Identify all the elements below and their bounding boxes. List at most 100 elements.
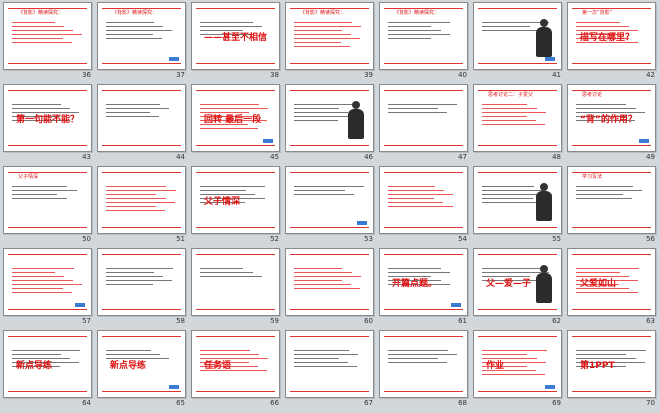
slide-preview[interactable]: 第一次“背影” 描写在哪里？: [567, 2, 656, 70]
slide-number: 63: [646, 317, 655, 325]
slide-thumbnail-49[interactable]: 思考讨论 “背”的作用？ 49: [564, 83, 658, 165]
slide-preview[interactable]: 学习写法: [567, 166, 656, 234]
slide-preview[interactable]: 思考讨论二：子爱父: [473, 84, 562, 152]
slide-body-text: [106, 265, 177, 288]
slide-preview[interactable]: [285, 248, 374, 316]
slide-thumbnail-55[interactable]: 55: [470, 165, 564, 247]
slide-bottom-rule: [572, 145, 651, 146]
slide-preview[interactable]: [473, 2, 562, 70]
slide-preview[interactable]: [473, 166, 562, 234]
slide-thumbnail-68[interactable]: 68: [376, 329, 470, 411]
slide-body-text: [12, 265, 83, 296]
slide-thumbnail-52[interactable]: 父子情深 52: [188, 165, 282, 247]
slide-thumbnail-36[interactable]: 《背影》精读探究： 36: [0, 1, 94, 83]
slide-sorter-grid: 《背影》精读探究： 36 《背影》精读探究： 37 ——甚至不相信 38 《背影》精读探究：…: [0, 0, 660, 413]
slide-preview[interactable]: 父爱如山: [567, 248, 656, 316]
slide-body-text: [12, 183, 83, 202]
slide-bottom-rule: [384, 227, 463, 228]
slide-bottom-rule: [572, 63, 651, 64]
slide-preview[interactable]: 作业: [473, 330, 562, 398]
slide-preview[interactable]: [379, 166, 468, 234]
slide-thumbnail-63[interactable]: 父爱如山 63: [564, 247, 658, 329]
slide-number: 40: [458, 71, 467, 79]
slide-thumbnail-54[interactable]: 54: [376, 165, 470, 247]
slide-preview[interactable]: [379, 84, 468, 152]
slide-preview[interactable]: 新点导练: [3, 330, 92, 398]
slide-preview[interactable]: 第一句能不能？: [3, 84, 92, 152]
slide-preview[interactable]: 《背影》精读探究：: [3, 2, 92, 70]
slide-number: 69: [552, 399, 561, 407]
slide-preview[interactable]: 《背影》精读探究：: [285, 2, 374, 70]
slide-thumbnail-60[interactable]: 60: [282, 247, 376, 329]
slide-thumbnail-43[interactable]: 第一句能不能？ 43: [0, 83, 94, 165]
slide-preview[interactable]: 思考讨论 “背”的作用？: [567, 84, 656, 152]
slide-preview[interactable]: 任务语: [191, 330, 280, 398]
slide-thumbnail-70[interactable]: 第1PPT 70: [564, 329, 658, 411]
slide-preview[interactable]: 第1PPT: [567, 330, 656, 398]
slide-number: 66: [270, 399, 279, 407]
slide-preview[interactable]: [3, 248, 92, 316]
slide-preview[interactable]: [379, 330, 468, 398]
slide-preview[interactable]: [285, 84, 374, 152]
slide-bottom-rule: [478, 391, 557, 392]
slide-thumbnail-51[interactable]: 51: [94, 165, 188, 247]
slide-thumbnail-39[interactable]: 《背影》精读探究： 39: [282, 1, 376, 83]
slide-title: 《背影》精读探究：: [18, 10, 64, 16]
slide-preview[interactable]: [97, 166, 186, 234]
slide-bottom-rule: [8, 391, 87, 392]
slide-preview[interactable]: 父子情深: [3, 166, 92, 234]
slide-preview[interactable]: 《背影》精读探究：: [97, 2, 186, 70]
slide-thumbnail-59[interactable]: 59: [188, 247, 282, 329]
slide-preview[interactable]: ——甚至不相信: [191, 2, 280, 70]
slide-preview[interactable]: [97, 248, 186, 316]
slide-thumbnail-64[interactable]: 新点导练 64: [0, 329, 94, 411]
slide-bottom-rule: [8, 309, 87, 310]
slide-bottom-rule: [384, 391, 463, 392]
slide-thumbnail-48[interactable]: 思考讨论二：子爱父 48: [470, 83, 564, 165]
slide-thumbnail-65[interactable]: 新点导练 65: [94, 329, 188, 411]
slide-top-rule: [196, 90, 275, 91]
slide-highlight-text: ——甚至不相信: [204, 33, 268, 43]
slide-preview[interactable]: 新点导练: [97, 330, 186, 398]
slide-number: 58: [176, 317, 185, 325]
slide-preview[interactable]: 父子情深: [191, 166, 280, 234]
slide-preview[interactable]: 父—爱—子: [473, 248, 562, 316]
slide-thumbnail-44[interactable]: 44: [94, 83, 188, 165]
slide-thumbnail-67[interactable]: 67: [282, 329, 376, 411]
slide-preview[interactable]: 开篇点题。: [379, 248, 468, 316]
slide-preview[interactable]: 《背影》精读探究：: [379, 2, 468, 70]
slide-bottom-rule: [478, 63, 557, 64]
slide-thumbnail-57[interactable]: 57: [0, 247, 94, 329]
slide-preview[interactable]: [191, 248, 280, 316]
slide-preview[interactable]: [285, 330, 374, 398]
slide-thumbnail-66[interactable]: 任务语 66: [188, 329, 282, 411]
slide-thumbnail-58[interactable]: 58: [94, 247, 188, 329]
slide-thumbnail-47[interactable]: 47: [376, 83, 470, 165]
slide-preview[interactable]: [285, 166, 374, 234]
slide-body-text: [200, 265, 271, 280]
slide-title: 思考讨论二：子爱父: [488, 92, 534, 98]
slide-thumbnail-37[interactable]: 《背影》精读探究： 37: [94, 1, 188, 83]
slide-thumbnail-46[interactable]: 46: [282, 83, 376, 165]
slide-thumbnail-62[interactable]: 父—爱—子 62: [470, 247, 564, 329]
slide-thumbnail-42[interactable]: 第一次“背影” 描写在哪里？ 42: [564, 1, 658, 83]
slide-bottom-rule: [290, 63, 369, 64]
slide-thumbnail-45[interactable]: 回转 最后一段 45: [188, 83, 282, 165]
slide-top-rule: [384, 254, 463, 255]
slide-number: 52: [270, 235, 279, 243]
slide-thumbnail-61[interactable]: 开篇点题。 61: [376, 247, 470, 329]
slide-number: 48: [552, 153, 561, 161]
slide-preview[interactable]: 回转 最后一段: [191, 84, 280, 152]
slide-thumbnail-50[interactable]: 父子情深 50: [0, 165, 94, 247]
slide-top-rule: [290, 90, 369, 91]
slide-top-rule: [290, 172, 369, 173]
slide-thumbnail-56[interactable]: 学习写法 56: [564, 165, 658, 247]
slide-thumbnail-40[interactable]: 《背影》精读探究： 40: [376, 1, 470, 83]
slide-preview[interactable]: [97, 84, 186, 152]
slide-highlight-text: 作业: [486, 361, 505, 371]
slide-thumbnail-53[interactable]: 53: [282, 165, 376, 247]
slide-bottom-rule: [572, 227, 651, 228]
slide-thumbnail-69[interactable]: 作业 69: [470, 329, 564, 411]
slide-thumbnail-38[interactable]: ——甚至不相信 38: [188, 1, 282, 83]
slide-thumbnail-41[interactable]: 41: [470, 1, 564, 83]
